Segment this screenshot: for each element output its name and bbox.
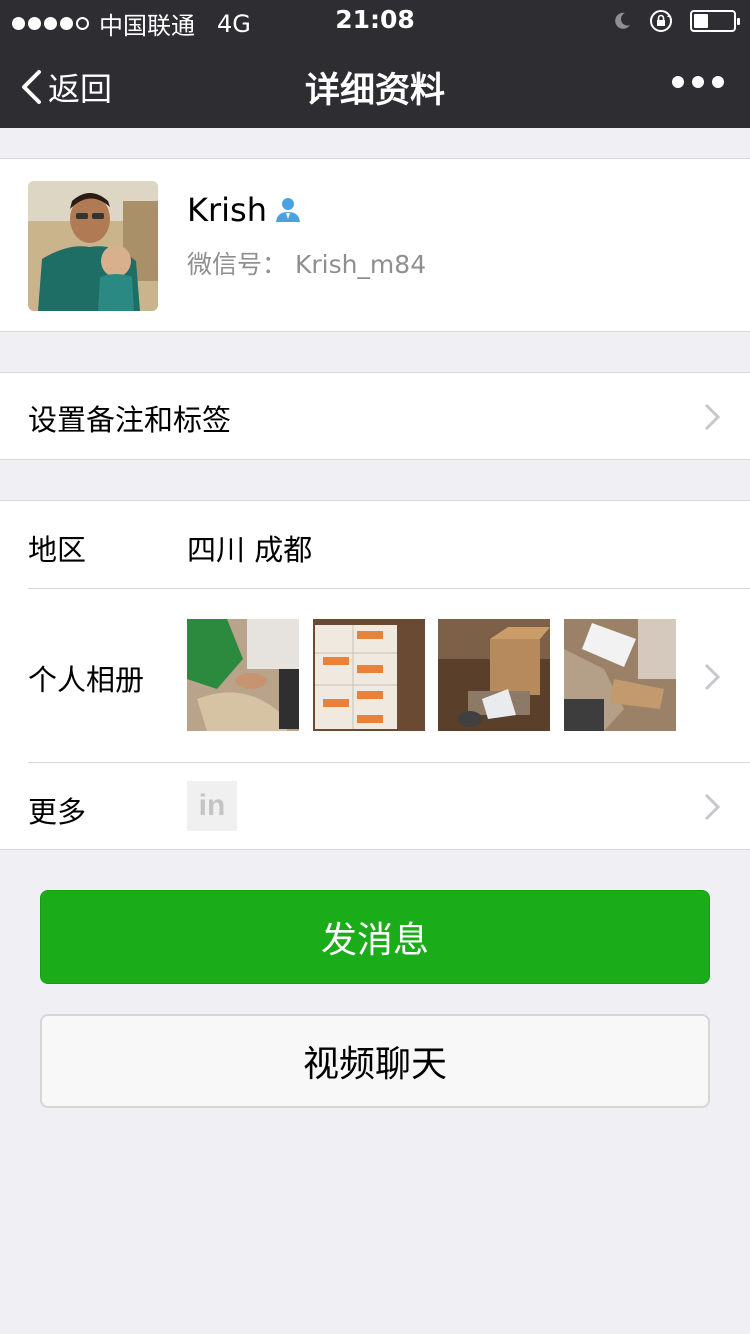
video-chat-button[interactable]: 视频聊天 [40,1014,710,1108]
contact-person-icon [275,198,300,222]
remark-label: 设置备注和标签 [28,403,232,437]
navigation-bar: 返回 详细资料 [0,40,750,128]
chevron-right-icon [704,663,720,691]
more-options-button[interactable] [672,76,724,88]
profile-name-row: Krish [187,191,303,229]
more-dot-icon [692,76,704,88]
linkedin-icon-text: in [198,789,226,822]
orientation-lock-icon [650,10,672,32]
more-dot-icon [672,76,684,88]
profile-card[interactable]: Krish 微信号： Krish_m84 [0,158,750,332]
chevron-right-icon [704,793,720,821]
chevron-right-icon [704,403,720,431]
page-title: 详细资料 [304,71,445,111]
linkedin-icon: in [187,781,237,831]
region-label: 地区 [28,533,87,567]
set-remark-tags-row[interactable]: 设置备注和标签 [0,372,750,460]
avatar[interactable] [28,181,158,311]
album-photo [187,619,299,731]
album-photo [438,619,550,731]
battery-level [694,14,708,28]
info-card: 地区 四川 成都 个人相册 更多 in [0,500,750,850]
do-not-disturb-moon-icon [615,12,630,29]
album-photo [564,619,676,731]
profile-name: Krish [187,191,267,229]
status-bar: 中国联通 4G 21:08 [0,0,750,40]
album-photo [313,619,425,731]
personal-album-row[interactable]: 个人相册 [0,589,750,763]
battery-icon [690,10,740,32]
album-label: 个人相册 [28,663,145,697]
avatar-photo [28,181,158,311]
wechat-id: 微信号： Krish_m84 [187,250,427,279]
more-dot-icon [712,76,724,88]
more-label: 更多 [28,795,87,829]
region-row: 地区 四川 成都 [0,501,750,589]
status-right [612,8,740,34]
region-value: 四川 成都 [187,533,313,567]
send-message-button[interactable]: 发消息 [40,890,710,984]
more-info-row[interactable]: 更多 in [0,763,750,851]
